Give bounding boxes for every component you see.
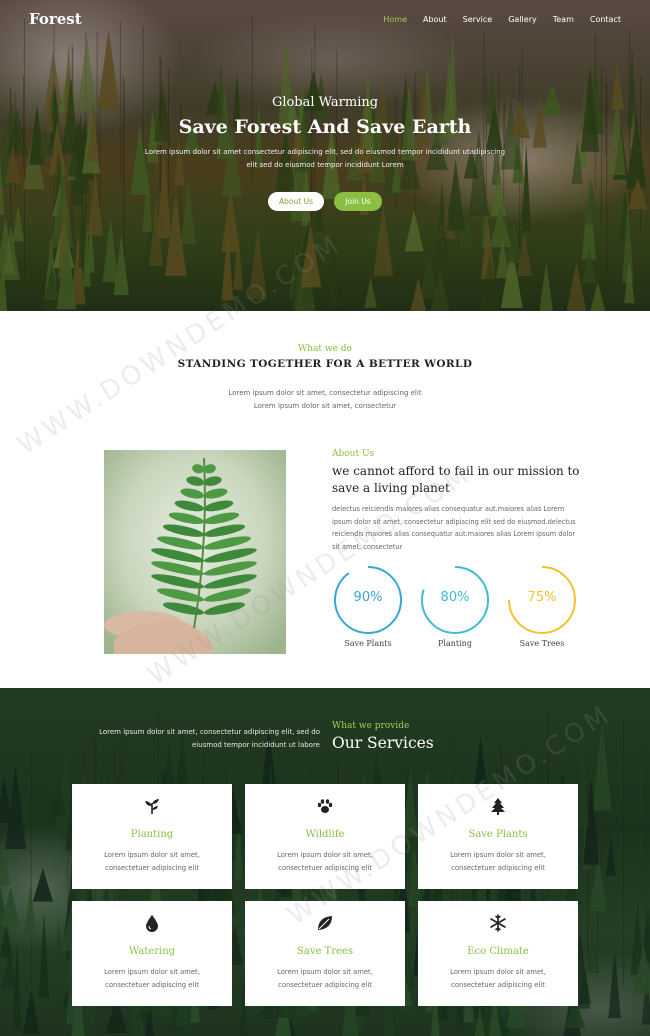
stat-value: 75% <box>527 590 557 605</box>
service-title: Watering <box>128 946 176 957</box>
service-desc-line: consectetuer adipiscing elit <box>278 981 372 989</box>
service-desc-line: Lorem ipsum dolor sit amet, <box>277 968 373 976</box>
nav-item-about[interactable]: About <box>423 15 447 24</box>
snowflake-icon <box>418 914 578 934</box>
nav-item-contact[interactable]: Contact <box>590 15 621 24</box>
stat-save-trees: 75% Save Trees <box>507 565 577 648</box>
hero-description: Lorem ipsum dolor sit amet consectetur a… <box>144 148 506 169</box>
stat-label: Save Plants <box>344 639 392 648</box>
leaf-icon <box>245 914 405 934</box>
sprout-icon <box>72 797 232 817</box>
what-we-do-title: STANDING TOGETHER FOR A BETTER WORLD <box>177 358 473 370</box>
services-title: Our Services <box>332 734 434 752</box>
stat-save-plants: 90% Save Plants <box>333 565 403 648</box>
service-desc-line: Lorem ipsum dolor sit amet, <box>104 851 200 859</box>
service-desc-line: consectetuer adipiscing elit <box>105 864 199 872</box>
stat-label: Planting <box>438 639 472 648</box>
nav-item-home[interactable]: Home <box>383 15 407 24</box>
service-description: Lorem ipsum dolor sit amet, consectetuer … <box>418 966 578 992</box>
site-logo[interactable]: Forest <box>29 10 82 28</box>
what-we-do-label: What we do <box>298 344 352 354</box>
service-title: Save Trees <box>297 946 353 957</box>
service-card-watering[interactable]: Watering Lorem ipsum dolor sit amet, cons… <box>72 901 232 1006</box>
nav-item-team[interactable]: Team <box>553 15 574 24</box>
main-nav: Home About Service Gallery Team Contact <box>383 15 621 24</box>
what-we-do-line-1: Lorem ipsum dolor sit amet, consectetur … <box>228 389 422 397</box>
service-description: Lorem ipsum dolor sit amet, consectetuer … <box>418 849 578 875</box>
what-we-do-line-2: Lorem ipsum dolor sit amet, consectetur <box>253 402 397 410</box>
what-we-do-text: Lorem ipsum dolor sit amet, consectetur … <box>200 387 450 413</box>
service-description: Lorem ipsum dolor sit amet, consectetuer … <box>245 966 405 992</box>
service-desc-line: Lorem ipsum dolor sit amet, <box>104 968 200 976</box>
water-drop-icon <box>72 914 232 934</box>
service-desc-line: Lorem ipsum dolor sit amet, <box>450 968 546 976</box>
service-title: Wildlife <box>305 829 345 840</box>
stat-value: 90% <box>353 590 383 605</box>
join-us-button[interactable]: Join Us <box>334 192 382 211</box>
paw-icon <box>245 797 405 817</box>
services-intro-text: Lorem ipsum dolor sit amet, consectetur … <box>99 728 320 749</box>
hero-title: Save Forest And Save Earth <box>178 116 472 138</box>
service-description: Lorem ipsum dolor sit amet, consectetuer … <box>72 966 232 992</box>
service-desc-line: consectetuer adipiscing elit <box>451 864 545 872</box>
stat-label: Save Trees <box>519 639 565 648</box>
service-desc-line: consectetuer adipiscing elit <box>451 981 545 989</box>
nav-item-service[interactable]: Service <box>463 15 493 24</box>
service-title: Planting <box>130 829 174 840</box>
service-description: Lorem ipsum dolor sit amet, consectetuer … <box>72 849 232 875</box>
stat-value: 80% <box>440 590 470 605</box>
hero-subtitle: Global Warming <box>271 95 379 110</box>
service-card-save-trees[interactable]: Save Trees Lorem ipsum dolor sit amet, co… <box>245 901 405 1006</box>
about-us-button[interactable]: About Us <box>268 192 324 211</box>
about-us-label: About Us <box>332 449 375 459</box>
service-card-eco-climate[interactable]: Eco Climate Lorem ipsum dolor sit amet, c… <box>418 901 578 1006</box>
service-desc-line: consectetuer adipiscing elit <box>105 981 199 989</box>
stat-planting: 80% Planting <box>420 565 490 648</box>
services-label: What we provide <box>332 721 410 731</box>
nav-item-gallery[interactable]: Gallery <box>508 15 537 24</box>
service-card-planting[interactable]: Planting Lorem ipsum dolor sit amet, cons… <box>72 784 232 889</box>
service-desc-line: Lorem ipsum dolor sit amet, <box>450 851 546 859</box>
service-title: Eco Climate <box>467 946 529 957</box>
